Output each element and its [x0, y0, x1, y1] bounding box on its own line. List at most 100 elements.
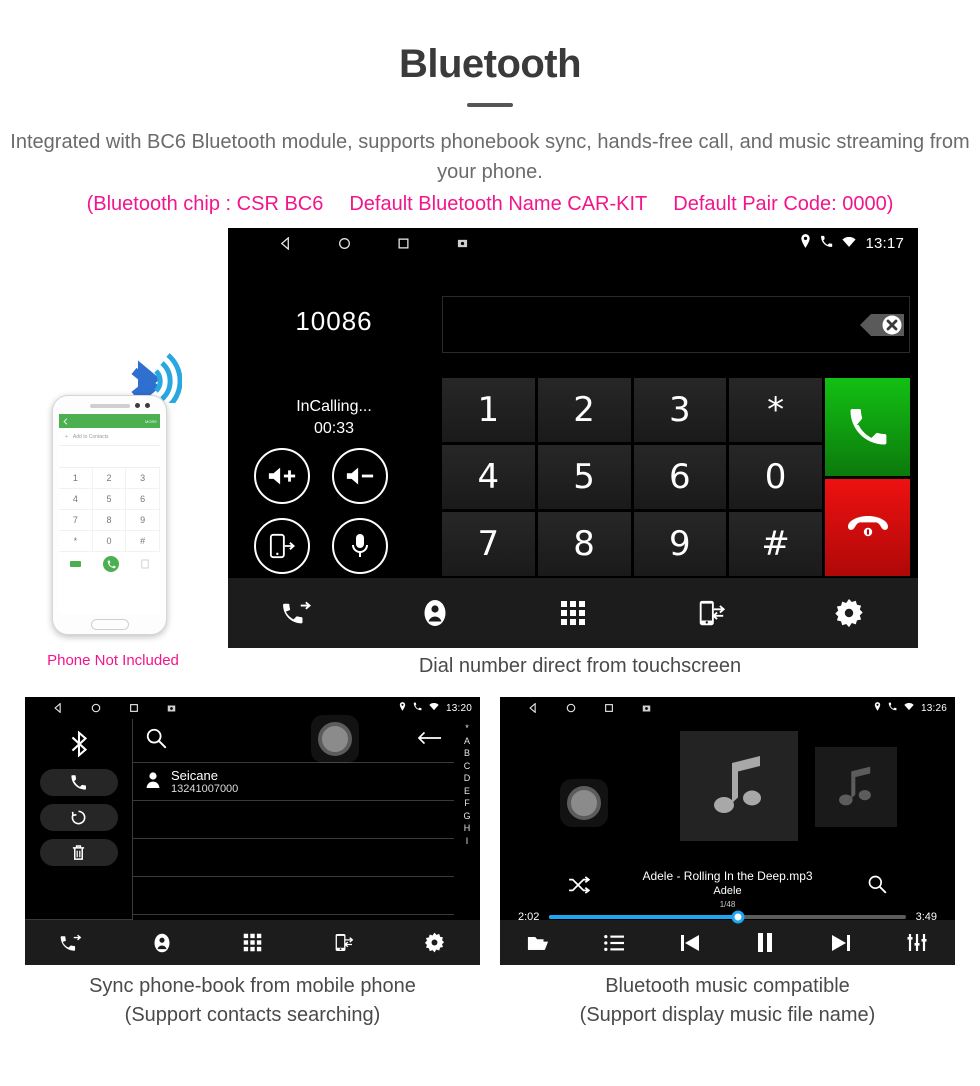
dialpad-key-9[interactable]: 9: [633, 512, 727, 576]
tab-phone-sync[interactable]: [298, 932, 389, 953]
dialpad-key-6[interactable]: 6: [633, 445, 727, 509]
dialpad-key-7[interactable]: 7: [442, 512, 535, 576]
music-screen: 13:26 Adele - Rolling In the Deep.mp3 Ad…: [500, 697, 955, 965]
tab-call-history[interactable]: [228, 600, 366, 626]
search-icon[interactable]: [145, 727, 167, 754]
call-action-column: [825, 378, 910, 576]
hangup-button[interactable]: [825, 478, 910, 576]
back-icon[interactable]: [514, 703, 552, 713]
back-icon[interactable]: [39, 703, 77, 713]
recents-icon[interactable]: [590, 703, 628, 713]
contact-row[interactable]: Seicane 13241007000: [133, 763, 454, 801]
index-letter[interactable]: H: [464, 823, 471, 833]
tab-keypad[interactable]: [504, 600, 642, 626]
wifi-icon: [842, 235, 857, 252]
backspace-clear-icon[interactable]: [826, 307, 906, 343]
tab-contacts[interactable]: [116, 932, 207, 954]
album-art-primary: [680, 731, 798, 841]
folder-button[interactable]: [500, 933, 576, 952]
pause-button[interactable]: [727, 933, 803, 952]
contact-name: Seicane: [171, 767, 218, 783]
phone-camera-icon: [145, 403, 150, 408]
equalizer-button[interactable]: [879, 933, 955, 952]
mute-mic-icon[interactable]: [332, 518, 388, 574]
recents-icon[interactable]: [374, 237, 433, 250]
wifi-icon: [429, 702, 439, 714]
index-letter[interactable]: E: [464, 786, 470, 796]
contact-row-empty: [133, 839, 454, 877]
index-letter[interactable]: F: [464, 798, 470, 808]
phone-key: *: [59, 531, 93, 552]
contact-avatar-icon: [145, 771, 161, 793]
alphabet-index[interactable]: * A B C D E F G H I: [454, 719, 480, 920]
duration-time: 3:49: [915, 911, 937, 923]
next-button[interactable]: [803, 934, 879, 952]
bluetooth-icon: [66, 727, 92, 761]
tab-keypad[interactable]: [207, 933, 298, 952]
phonebook-search-row[interactable]: [133, 719, 454, 763]
home-icon[interactable]: [552, 703, 590, 713]
elapsed-time: 2:02: [518, 911, 540, 923]
home-icon[interactable]: [77, 703, 115, 713]
dialpad-key-5[interactable]: 5: [537, 445, 631, 509]
volume-down-icon[interactable]: [332, 448, 388, 504]
screenshot-icon[interactable]: [628, 704, 666, 713]
statusbar-time: 13:20: [445, 702, 472, 714]
playlist-button[interactable]: [576, 934, 652, 952]
dialpad-key-8[interactable]: 8: [537, 512, 631, 576]
index-letter[interactable]: *: [465, 723, 469, 733]
back-arrow-icon[interactable]: [417, 730, 442, 751]
wifi-icon: [904, 702, 914, 714]
dialpad-key-3[interactable]: 3: [633, 378, 727, 442]
recents-icon[interactable]: [115, 703, 153, 713]
index-letter[interactable]: G: [463, 811, 470, 821]
index-letter[interactable]: I: [466, 836, 469, 846]
dialpad-key-0[interactable]: 0: [729, 445, 822, 509]
dialpad-key-1[interactable]: 1: [442, 378, 535, 442]
tab-phone-sync[interactable]: [642, 598, 780, 628]
call-button[interactable]: [825, 378, 910, 476]
seek-handle[interactable]: [731, 910, 745, 924]
location-icon: [800, 234, 811, 252]
contact-row-empty: [133, 801, 454, 839]
spec-chip: (Bluetooth chip : CSR BC6: [86, 193, 324, 215]
seek-bar-row: 2:02 3:49: [500, 910, 955, 924]
phonebook-sync-button[interactable]: [39, 804, 118, 831]
index-letter[interactable]: C: [464, 761, 471, 771]
seek-bar[interactable]: [549, 910, 906, 924]
home-icon[interactable]: [315, 237, 374, 250]
music-controlbar: [500, 920, 955, 965]
phone-key: 4: [59, 489, 93, 510]
phonebook-delete-button[interactable]: [39, 839, 118, 866]
previous-button[interactable]: [652, 934, 728, 952]
dialpad-key-star[interactable]: *: [729, 378, 822, 442]
index-letter[interactable]: D: [464, 773, 471, 783]
tab-call-history[interactable]: [25, 933, 116, 953]
phone-not-included-note: Phone Not Included: [47, 652, 179, 669]
dialpad-key-2[interactable]: 2: [537, 378, 631, 442]
phone-key: 6: [126, 489, 160, 510]
tab-settings[interactable]: [389, 932, 480, 953]
index-letter[interactable]: B: [464, 748, 470, 758]
screenshot-icon[interactable]: [153, 704, 191, 713]
tab-settings[interactable]: [780, 598, 918, 628]
album-art-secondary: [815, 747, 897, 827]
transfer-audio-icon[interactable]: [254, 518, 310, 574]
statusbar-time: 13:26: [920, 702, 947, 714]
dialpad-key-hash[interactable]: #: [729, 512, 822, 576]
call-controls: [254, 448, 424, 574]
back-icon[interactable]: [256, 236, 315, 250]
volume-up-icon[interactable]: [254, 448, 310, 504]
phonebook-call-button[interactable]: [39, 769, 118, 796]
index-letter[interactable]: A: [464, 736, 470, 746]
spec-pair-code: Default Pair Code: 0000): [673, 193, 894, 215]
number-input-field[interactable]: [442, 296, 910, 353]
dialpad-key-4[interactable]: 4: [442, 445, 535, 509]
screenshot-icon[interactable]: [433, 238, 492, 249]
tab-contacts[interactable]: [366, 598, 504, 628]
phone-home-button: [90, 619, 129, 630]
phone-more-label: MORE: [145, 418, 157, 424]
dialer-tabbar: [228, 578, 918, 648]
phone-key: 8: [92, 510, 127, 531]
location-icon: [874, 702, 881, 714]
